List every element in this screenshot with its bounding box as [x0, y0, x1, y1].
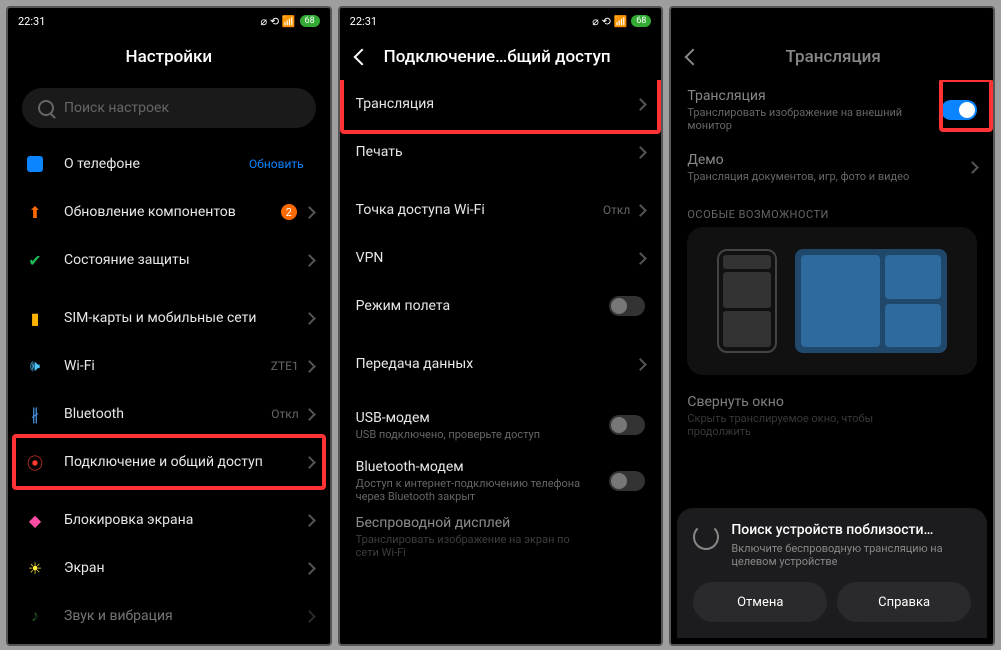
chevron-icon	[303, 514, 316, 527]
bluetooth-icon: ∦	[24, 403, 46, 425]
screen-settings: 22:31 ⌀ ⟲ 📶 68 Настройки Поиск настроек …	[6, 6, 332, 646]
lock-icon: ◆	[24, 509, 46, 531]
cast-toggle[interactable]	[941, 100, 977, 120]
popup-subtitle: Включите беспроводную трансляцию на целе…	[731, 542, 971, 568]
row-about[interactable]: О телефоне Обновить	[8, 140, 330, 188]
row-wifi[interactable]: 🕪 Wi-Fi ZTE1	[8, 342, 330, 390]
popup-title: Поиск устройств поблизости…	[731, 522, 971, 538]
header: Настройки	[8, 34, 330, 80]
status-bar	[671, 8, 993, 34]
count-badge: 2	[281, 204, 297, 220]
cancel-button[interactable]: Отмена	[693, 582, 827, 622]
row-print[interactable]: Печать	[340, 128, 662, 176]
tv-glyph-icon	[795, 249, 947, 353]
connection-list: Трансляция Печать Точка доступа Wi-Fi От…	[340, 80, 662, 644]
chevron-icon	[634, 146, 647, 159]
phone-glyph-icon	[717, 249, 777, 353]
chevron-icon	[303, 456, 316, 469]
wifi-icon: 🕪	[24, 355, 46, 377]
status-bar: 22:31 ⌀ ⟲ 📶 68	[340, 8, 662, 34]
row-usb-tether[interactable]: USB-модем USB подключено, проверьте дост…	[340, 398, 662, 452]
settings-list: О телефоне Обновить ⬆ Обновление компоне…	[8, 140, 330, 644]
screen-cast: Трансляция Трансляция Транслировать изоб…	[669, 6, 995, 646]
display-icon: ☀	[24, 557, 46, 579]
update-icon: ⬆	[24, 201, 46, 223]
search-input[interactable]: Поиск настроек	[22, 88, 316, 128]
search-placeholder: Поиск настроек	[64, 100, 169, 116]
row-connection-sharing[interactable]: ⦿ Подключение и общий доступ	[8, 438, 330, 486]
row-cast-toggle[interactable]: Трансляция Транслировать изображение на …	[671, 80, 993, 140]
sound-icon: ♪	[24, 605, 46, 627]
back-button[interactable]	[353, 49, 370, 66]
row-wireless-display[interactable]: Беспроводной дисплей Транслировать изобр…	[340, 510, 662, 564]
chevron-icon	[634, 358, 647, 371]
page-title: Трансляция	[689, 47, 977, 67]
usb-tether-toggle[interactable]	[609, 415, 645, 435]
chevron-icon	[634, 98, 647, 111]
row-vpn[interactable]: VPN	[340, 234, 662, 282]
row-cast[interactable]: Трансляция	[340, 80, 662, 128]
chevron-icon	[303, 610, 316, 623]
header: Трансляция	[671, 34, 993, 80]
shield-icon: ✔	[24, 249, 46, 271]
chevron-icon	[303, 360, 316, 373]
row-minimize[interactable]: Свернуть окно Скрыть транслируемое окно,…	[671, 389, 993, 443]
spinner-icon	[693, 524, 719, 550]
search-devices-popup: Поиск устройств поблизости… Включите бес…	[677, 508, 987, 638]
status-time: 22:31	[350, 15, 377, 28]
status-icons: ⌀ ⟲ 📶	[261, 15, 296, 28]
row-display[interactable]: ☀ Экран	[8, 544, 330, 592]
status-time: 22:31	[18, 15, 45, 28]
row-data-usage[interactable]: Передача данных	[340, 340, 662, 388]
row-demo[interactable]: Демо Трансляция документов, игр, фото и …	[671, 140, 993, 194]
bt-tether-toggle[interactable]	[609, 471, 645, 491]
battery-indicator: 68	[300, 15, 320, 27]
status-bar: 22:31 ⌀ ⟲ 📶 68	[8, 8, 330, 34]
share-icon: ⦿	[24, 451, 46, 473]
screen-connection: 22:31 ⌀ ⟲ 📶 68 Подключение…бщий доступ Т…	[338, 6, 664, 646]
row-lockscreen[interactable]: ◆ Блокировка экрана	[8, 496, 330, 544]
row-sound[interactable]: ♪ Звук и вибрация	[8, 592, 330, 640]
chevron-icon	[303, 408, 316, 421]
chevron-icon	[303, 254, 316, 267]
chevron-icon	[303, 562, 316, 575]
row-components[interactable]: ⬆ Обновление компонентов 2	[8, 188, 330, 236]
header: Подключение…бщий доступ	[340, 34, 662, 80]
search-icon	[38, 100, 54, 116]
update-badge[interactable]: Обновить	[249, 157, 304, 171]
section-header: ОСОБЫЕ ВОЗМОЖНОСТИ	[671, 194, 993, 227]
chevron-icon	[303, 206, 316, 219]
sim-icon: ▮	[24, 307, 46, 329]
row-hotspot[interactable]: Точка доступа Wi-Fi Откл	[340, 186, 662, 234]
row-bt-tether[interactable]: Bluetooth-модем Доступ к интернет-подклю…	[340, 452, 662, 510]
chevron-icon	[303, 312, 316, 325]
battery-indicator: 68	[631, 15, 651, 27]
row-sim[interactable]: ▮ SIM-карты и мобильные сети	[8, 294, 330, 342]
about-icon	[24, 153, 46, 175]
row-security[interactable]: ✔ Состояние защиты	[8, 236, 330, 284]
chevron-icon	[634, 252, 647, 265]
chevron-icon	[966, 161, 979, 174]
status-icons: ⌀ ⟲ 📶	[592, 15, 627, 28]
chevron-icon	[634, 204, 647, 217]
row-bluetooth[interactable]: ∦ Bluetooth Откл	[8, 390, 330, 438]
row-airplane[interactable]: Режим полета	[340, 282, 662, 330]
page-title: Подключение…бщий доступ	[384, 47, 611, 67]
airplane-toggle[interactable]	[609, 296, 645, 316]
page-title: Настройки	[126, 47, 213, 67]
cast-preview	[687, 227, 977, 375]
help-button[interactable]: Справка	[837, 582, 971, 622]
